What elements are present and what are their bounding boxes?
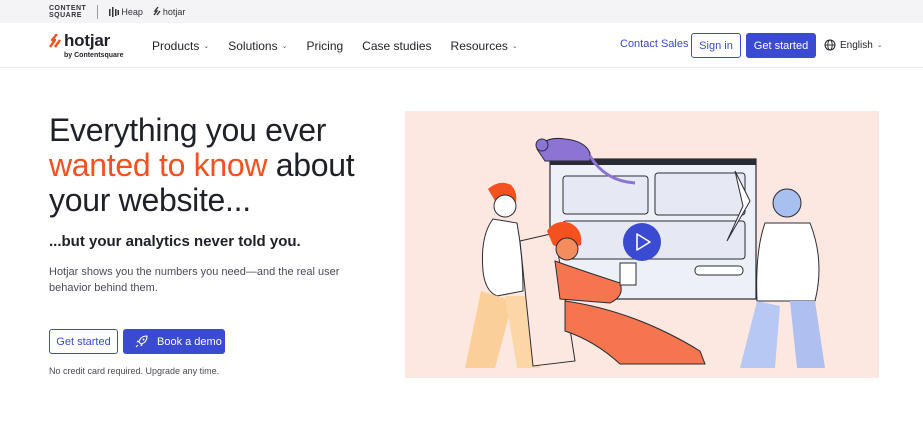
hero-get-started-button[interactable]: Get started: [49, 329, 118, 354]
book-demo-button[interactable]: Book a demo: [123, 329, 225, 354]
hotjar-flame-icon: [49, 34, 61, 48]
nav-item-resources[interactable]: Resources ⌄: [451, 39, 518, 53]
nav-item-solutions[interactable]: Solutions ⌄: [228, 39, 287, 53]
nav-item-products[interactable]: Products ⌄: [152, 39, 209, 53]
contact-sales-link[interactable]: Contact Sales: [620, 38, 688, 50]
hero-subhead: ...but your analytics never told you.: [49, 233, 301, 250]
headline-accent: wanted to know: [49, 147, 268, 183]
no-credit-card-note: No credit card required. Upgrade any tim…: [49, 366, 220, 376]
chevron-down-icon: ⌄: [876, 42, 883, 49]
hotjar-small-logo[interactable]: hotjar: [153, 7, 185, 17]
hotjar-logo[interactable]: hotjar by Contentsquare: [49, 31, 139, 61]
rocket-icon: [135, 335, 148, 348]
brand-divider: [97, 4, 99, 19]
nav-get-started-button[interactable]: Get started: [746, 33, 816, 58]
globe-icon: [824, 39, 836, 51]
language-selector[interactable]: English ⌄: [824, 39, 883, 51]
contentsquare-logo[interactable]: CONTENT SQUARE: [49, 5, 86, 19]
chevron-down-icon: ⌄: [281, 42, 288, 50]
play-icon: [623, 223, 661, 261]
nav-item-case-studies[interactable]: Case studies: [362, 39, 431, 53]
sign-in-button[interactable]: Sign in: [691, 33, 741, 58]
hero-illustration: [405, 111, 879, 378]
illustration-art: [465, 138, 825, 368]
main-nav: hotjar by Contentsquare Products ⌄ Soluti…: [0, 23, 923, 68]
brand-bar: CONTENT SQUARE Heap hotjar: [0, 0, 923, 23]
logo-subtitle: by Contentsquare: [64, 52, 124, 59]
hotjar-small-icon: [153, 7, 161, 16]
nav-item-pricing[interactable]: Pricing: [306, 39, 343, 53]
heap-icon: [109, 6, 120, 17]
chevron-down-icon: ⌄: [203, 42, 210, 50]
logo-wordmark: hotjar: [64, 31, 111, 50]
nav-menu: Products ⌄ Solutions ⌄ Pricing Case studie…: [152, 23, 537, 68]
hero-description: Hotjar shows you the numbers you need—an…: [49, 266, 340, 294]
hero-headline: Everything you ever wanted to know about…: [49, 112, 355, 218]
chevron-down-icon: ⌄: [511, 42, 518, 50]
heap-logo[interactable]: Heap: [109, 6, 143, 17]
